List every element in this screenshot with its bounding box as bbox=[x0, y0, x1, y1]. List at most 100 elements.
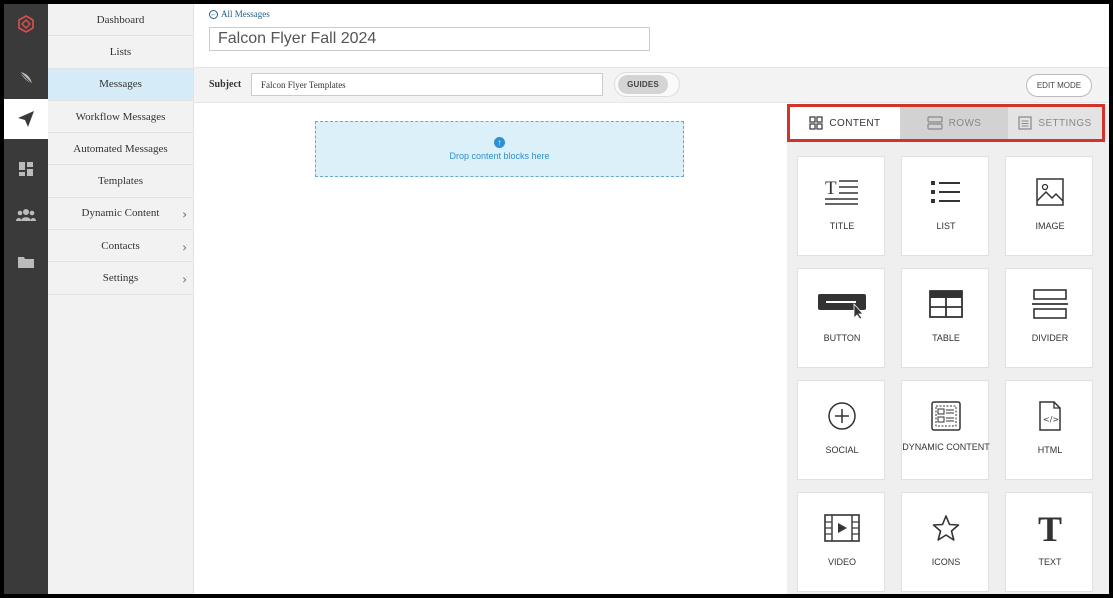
block-label: TABLE bbox=[932, 333, 960, 343]
message-title-value: Falcon Flyer Fall 2024 bbox=[218, 30, 377, 47]
button-icon bbox=[818, 294, 866, 320]
nav-item-label: Settings bbox=[102, 272, 139, 285]
message-editor: ← All Messages Falcon Flyer Fall 2024 Su… bbox=[194, 4, 1109, 594]
dynamic-content-icon bbox=[931, 401, 961, 431]
html-file-icon: </> bbox=[1039, 401, 1061, 431]
upload-icon: ↑ bbox=[494, 137, 505, 148]
back-arrow-icon: ← bbox=[209, 9, 218, 19]
block-video[interactable]: VIDEO bbox=[797, 492, 885, 592]
block-button[interactable]: BUTTON bbox=[797, 268, 885, 368]
nav-item-dynamic-content[interactable]: Dynamic Content › bbox=[48, 198, 193, 231]
block-label: DIVIDER bbox=[1031, 333, 1069, 343]
builder-panel: CONTENT ROWS SETTINGS T TITLE LIST IMAGE… bbox=[787, 104, 1109, 594]
nav-item-settings[interactable]: Settings › bbox=[48, 262, 193, 295]
users-icon bbox=[16, 209, 36, 221]
block-label: TEXT bbox=[1038, 557, 1062, 567]
nav-item-label: Automated Messages bbox=[73, 142, 168, 155]
nav-item-templates[interactable]: Templates bbox=[48, 165, 193, 198]
chevron-right-icon: › bbox=[182, 272, 187, 287]
tab-content[interactable]: CONTENT bbox=[790, 107, 900, 139]
list-icon bbox=[931, 181, 960, 203]
block-text[interactable]: T TEXT bbox=[1005, 492, 1093, 592]
block-title[interactable]: T TITLE bbox=[797, 156, 885, 256]
image-icon bbox=[1036, 178, 1064, 206]
logo-button[interactable] bbox=[4, 4, 48, 44]
svg-text:</>: </> bbox=[1043, 415, 1059, 424]
block-label: TITLE bbox=[829, 221, 855, 231]
send-icon bbox=[18, 111, 34, 127]
rail-contacts-button[interactable] bbox=[4, 195, 48, 235]
grid-icon bbox=[809, 116, 824, 130]
nav-item-label: Dashboard bbox=[96, 13, 145, 26]
section-nav: Dashboard Lists Messages Workflow Messag… bbox=[48, 4, 194, 594]
nav-item-label: Lists bbox=[109, 45, 132, 58]
subject-input[interactable]: Falcon Flyer Templates bbox=[251, 73, 603, 96]
rows-icon bbox=[927, 116, 943, 130]
edit-mode-button[interactable]: EDIT MODE bbox=[1026, 74, 1092, 97]
block-label: SOCIAL bbox=[825, 445, 859, 455]
tab-settings[interactable]: SETTINGS bbox=[1008, 107, 1102, 139]
nav-item-label: Messages bbox=[99, 78, 142, 91]
back-link-label: All Messages bbox=[221, 9, 270, 19]
block-html[interactable]: </> HTML bbox=[1005, 380, 1093, 480]
nav-item-contacts[interactable]: Contacts › bbox=[48, 230, 193, 263]
subject-value: Falcon Flyer Templates bbox=[261, 79, 346, 90]
nav-item-label: Templates bbox=[97, 175, 144, 188]
tab-rows[interactable]: ROWS bbox=[900, 107, 1008, 139]
svg-text:T: T bbox=[825, 178, 837, 199]
subject-bar: Subject Falcon Flyer Templates GUIDES ED… bbox=[194, 67, 1109, 103]
block-list[interactable]: LIST bbox=[901, 156, 989, 256]
nav-item-label: Dynamic Content bbox=[81, 207, 160, 220]
nav-item-automated-messages[interactable]: Automated Messages bbox=[48, 133, 193, 166]
video-icon bbox=[824, 514, 860, 542]
tab-settings-label: SETTINGS bbox=[1038, 117, 1092, 129]
settings-doc-icon bbox=[1018, 116, 1032, 130]
message-title-input[interactable]: Falcon Flyer Fall 2024 bbox=[209, 27, 650, 51]
block-label: LIST bbox=[936, 221, 956, 231]
nav-item-workflow-messages[interactable]: Workflow Messages bbox=[48, 101, 193, 134]
drop-zone[interactable]: ↑ Drop content blocks here bbox=[315, 121, 684, 177]
logo-icon bbox=[18, 15, 34, 33]
block-divider[interactable]: DIVIDER bbox=[1005, 268, 1093, 368]
title-icon: T bbox=[825, 178, 858, 205]
email-canvas: ↑ Drop content blocks here bbox=[194, 104, 785, 594]
block-table[interactable]: TABLE bbox=[901, 268, 989, 368]
block-dynamic-content[interactable]: DYNAMIC CONTENT bbox=[901, 380, 990, 480]
subject-label: Subject bbox=[209, 79, 242, 90]
block-label: BUTTON bbox=[823, 333, 861, 343]
block-label: VIDEO bbox=[827, 557, 856, 567]
table-icon bbox=[929, 290, 963, 318]
svg-text:T: T bbox=[1038, 511, 1062, 545]
chevron-right-icon: › bbox=[182, 207, 187, 222]
nav-item-dashboard[interactable]: Dashboard bbox=[48, 4, 193, 37]
guides-toggle[interactable]: GUIDES bbox=[618, 75, 668, 94]
feather-icon bbox=[19, 71, 33, 85]
folder-icon bbox=[18, 257, 34, 268]
star-icon bbox=[932, 515, 960, 541]
rail-dashboard-button[interactable] bbox=[4, 149, 48, 189]
block-label: ICONS bbox=[931, 557, 961, 567]
rail-messages-button[interactable] bbox=[4, 99, 48, 139]
nav-item-messages[interactable]: Messages bbox=[48, 68, 193, 101]
app-window: Dashboard Lists Messages Workflow Messag… bbox=[4, 4, 1109, 594]
tab-content-label: CONTENT bbox=[829, 117, 881, 129]
text-icon: T bbox=[1038, 511, 1062, 545]
nav-item-label: Workflow Messages bbox=[75, 110, 166, 123]
block-label: HTML bbox=[1037, 445, 1063, 455]
rail-files-button[interactable] bbox=[4, 242, 48, 282]
block-social[interactable]: SOCIAL bbox=[797, 380, 885, 480]
panel-tabs: CONTENT ROWS SETTINGS bbox=[787, 104, 1105, 142]
dashboard-icon bbox=[19, 162, 33, 176]
block-icons[interactable]: ICONS bbox=[901, 492, 989, 592]
divider-icon bbox=[1032, 289, 1068, 319]
tab-rows-label: ROWS bbox=[948, 117, 982, 129]
nav-item-label: Contacts bbox=[101, 239, 140, 252]
rail-feather-button[interactable] bbox=[4, 58, 48, 98]
block-image[interactable]: IMAGE bbox=[1005, 156, 1093, 256]
drop-zone-text: Drop content blocks here bbox=[449, 151, 550, 161]
icon-rail bbox=[4, 4, 48, 594]
chevron-right-icon: › bbox=[182, 240, 187, 255]
all-messages-link[interactable]: ← All Messages bbox=[209, 9, 270, 19]
block-label: DYNAMIC CONTENT bbox=[902, 442, 990, 452]
nav-item-lists[interactable]: Lists bbox=[48, 36, 193, 69]
